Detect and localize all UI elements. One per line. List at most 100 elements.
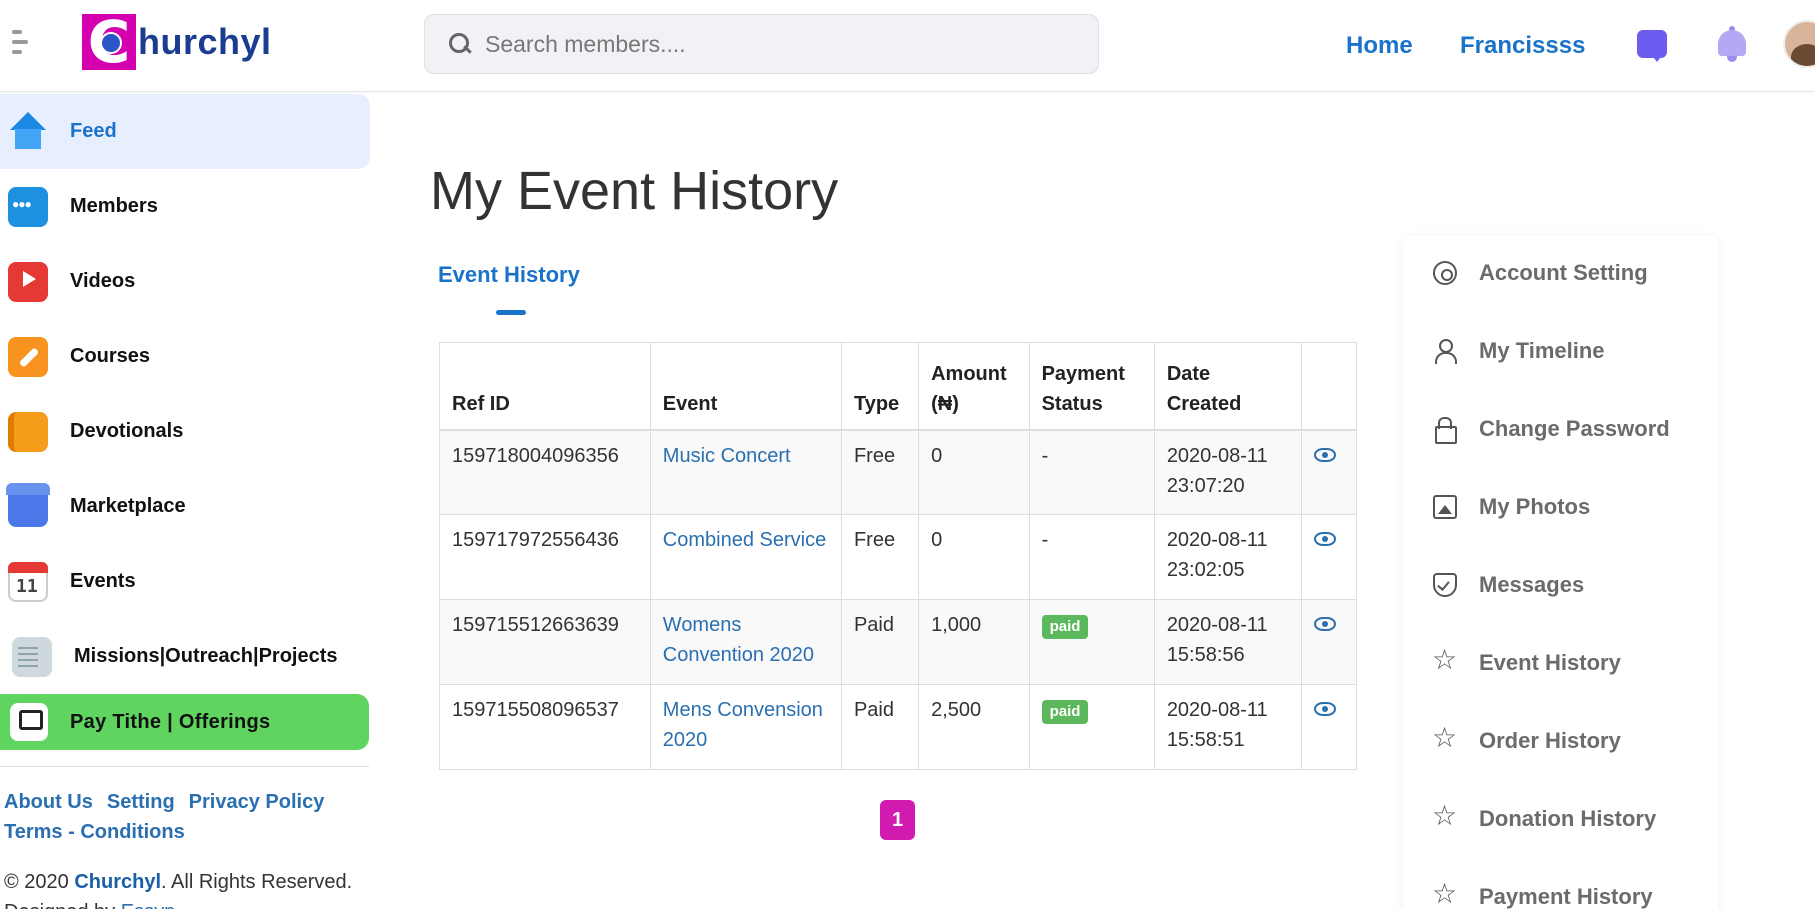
column-header-event: Event: [649, 342, 842, 431]
sidebar-item-members[interactable]: Members: [0, 169, 370, 244]
footer-link-setting[interactable]: Setting: [107, 791, 175, 813]
date-value: 2020-08-11: [1166, 699, 1268, 721]
logo[interactable]: C hurchyl: [82, 13, 272, 71]
gear-icon: [1433, 261, 1457, 285]
footer-link-about[interactable]: About Us: [4, 791, 93, 813]
ref-id-cell: 159715512663639: [439, 599, 651, 685]
view-eye-icon[interactable]: [1314, 447, 1337, 462]
lock-icon: [1433, 417, 1457, 444]
status-badge: paid: [1041, 700, 1089, 724]
sidebar-item-events[interactable]: Events: [0, 544, 370, 619]
date-cell: 2020-08-11 23:02:05: [1153, 514, 1303, 600]
bell-icon[interactable]: [1716, 26, 1748, 64]
sidebar-item-label: Devotionals: [70, 420, 184, 442]
sidebar-item-label: Videos: [70, 270, 136, 292]
videos-icon: [8, 261, 48, 302]
sidebar-item-label: Marketplace: [70, 495, 186, 517]
avatar[interactable]: [1783, 20, 1815, 68]
amount-cell: 0: [918, 514, 1030, 600]
menu-item-donation-history[interactable]: Donation History: [1432, 802, 1656, 832]
search-input[interactable]: [485, 30, 1065, 58]
star-icon: [1432, 646, 1457, 675]
menu-toggle-icon[interactable]: [12, 30, 32, 60]
view-eye-icon[interactable]: [1314, 532, 1337, 546]
view-eye-icon[interactable]: [1314, 702, 1337, 716]
menu-item-label: Change Password: [1479, 416, 1670, 441]
column-header-amount: Amount (₦): [918, 342, 1030, 431]
table-row: 159718004096356 Music Concert Free 0 - 2…: [439, 429, 1357, 515]
time-value: 15:58:51: [1166, 729, 1245, 751]
sidebar-item-videos[interactable]: Videos: [0, 244, 370, 319]
type-cell: Free: [840, 429, 920, 515]
menu-item-my-timeline[interactable]: My Timeline: [1433, 338, 1605, 364]
view-eye-icon[interactable]: [1314, 617, 1337, 631]
menu-item-label: My Photos: [1479, 494, 1591, 519]
search-bar[interactable]: [424, 14, 1099, 74]
ref-id-cell: 159717972556436: [439, 514, 651, 600]
ref-id-cell: 159718004096356: [439, 429, 651, 515]
menu-item-account-setting[interactable]: Account Setting: [1433, 260, 1648, 286]
menu-item-my-photos[interactable]: My Photos: [1433, 494, 1590, 520]
pagination-page-1[interactable]: 1: [880, 800, 915, 840]
menu-item-payment-history[interactable]: Payment History: [1432, 880, 1653, 909]
copyright-prefix: © 2020: [4, 871, 75, 893]
chat-icon[interactable]: [1637, 30, 1667, 62]
logo-mark: C: [82, 13, 136, 71]
type-cell: Free: [840, 514, 920, 600]
designer-link[interactable]: Essyp: [121, 901, 175, 909]
sidebar-item-missions[interactable]: Missions|Outreach|Projects: [0, 619, 370, 694]
copyright-brand[interactable]: Churchyl: [74, 871, 161, 893]
copyright: © 2020 Churchyl. All Rights Reserved. De…: [0, 867, 370, 909]
event-link[interactable]: Mens Convension 2020: [663, 699, 823, 751]
sidebar-item-label: Feed: [70, 120, 117, 142]
type-cell: Paid: [840, 599, 920, 685]
status-cell: paid: [1028, 599, 1155, 685]
sidebar-item-courses[interactable]: Courses: [0, 319, 370, 394]
event-link[interactable]: Music Concert: [663, 445, 791, 467]
sidebar-item-feed[interactable]: Feed: [0, 94, 370, 169]
sidebar-item-devotionals[interactable]: Devotionals: [0, 394, 370, 469]
footer-link-privacy[interactable]: Privacy Policy: [189, 791, 325, 813]
event-link[interactable]: Combined Service: [663, 529, 826, 551]
status-cell: -: [1028, 514, 1155, 600]
members-icon: [8, 186, 48, 227]
date-value: 2020-08-11: [1166, 614, 1268, 636]
menu-item-event-history[interactable]: Event History: [1432, 646, 1621, 676]
search-icon: [447, 31, 473, 57]
column-header-date-created: Date Created: [1153, 342, 1303, 431]
tab-event-history[interactable]: Event History: [438, 262, 580, 288]
sidebar-item-label: Members: [70, 195, 158, 217]
amount-cell: 1,000: [918, 599, 1030, 685]
footer-link-terms[interactable]: Terms - Conditions: [4, 821, 185, 843]
top-header: C hurchyl Home Francissss: [0, 0, 1815, 92]
pay-tithe-label: Pay Tithe | Offerings: [70, 710, 271, 733]
nav-profile-link[interactable]: Francissss: [1460, 32, 1585, 60]
nav-home-link[interactable]: Home: [1346, 32, 1413, 60]
status-cell: paid: [1028, 684, 1155, 770]
sidebar-item-marketplace[interactable]: Marketplace: [0, 469, 370, 544]
page-title: My Event History: [430, 161, 839, 221]
menu-item-label: My Timeline: [1479, 338, 1605, 363]
star-icon: [1432, 802, 1457, 831]
events-icon: [8, 561, 48, 602]
pay-tithe-button[interactable]: Pay Tithe | Offerings: [0, 694, 369, 750]
sidebar-item-label: Events: [70, 570, 136, 592]
time-value: 23:07:20: [1166, 474, 1245, 497]
event-link[interactable]: Womens Convention 2020: [663, 614, 814, 666]
menu-item-order-history[interactable]: Order History: [1432, 724, 1621, 754]
column-header-payment-status: Payment Status: [1028, 342, 1155, 431]
copyright-suffix: . All Rights Reserved.: [161, 871, 353, 893]
menu-item-label: Account Setting: [1479, 260, 1648, 285]
menu-item-label: Event History: [1479, 650, 1621, 675]
date-cell: 2020-08-11 15:58:56: [1153, 599, 1303, 685]
tab-underline: [496, 310, 526, 315]
home-icon: [8, 111, 48, 152]
menu-item-label: Messages: [1479, 572, 1585, 597]
column-header-ref-id: Ref ID: [439, 342, 651, 431]
date-cell: 2020-08-11 15:58:51: [1153, 684, 1303, 770]
menu-item-change-password[interactable]: Change Password: [1433, 416, 1670, 444]
menu-item-messages[interactable]: Messages: [1433, 572, 1584, 598]
star-icon: [1432, 880, 1457, 909]
account-menu: Account Setting My Timeline Change Passw…: [1403, 236, 1718, 909]
date-value: 2020-08-11: [1166, 529, 1268, 551]
